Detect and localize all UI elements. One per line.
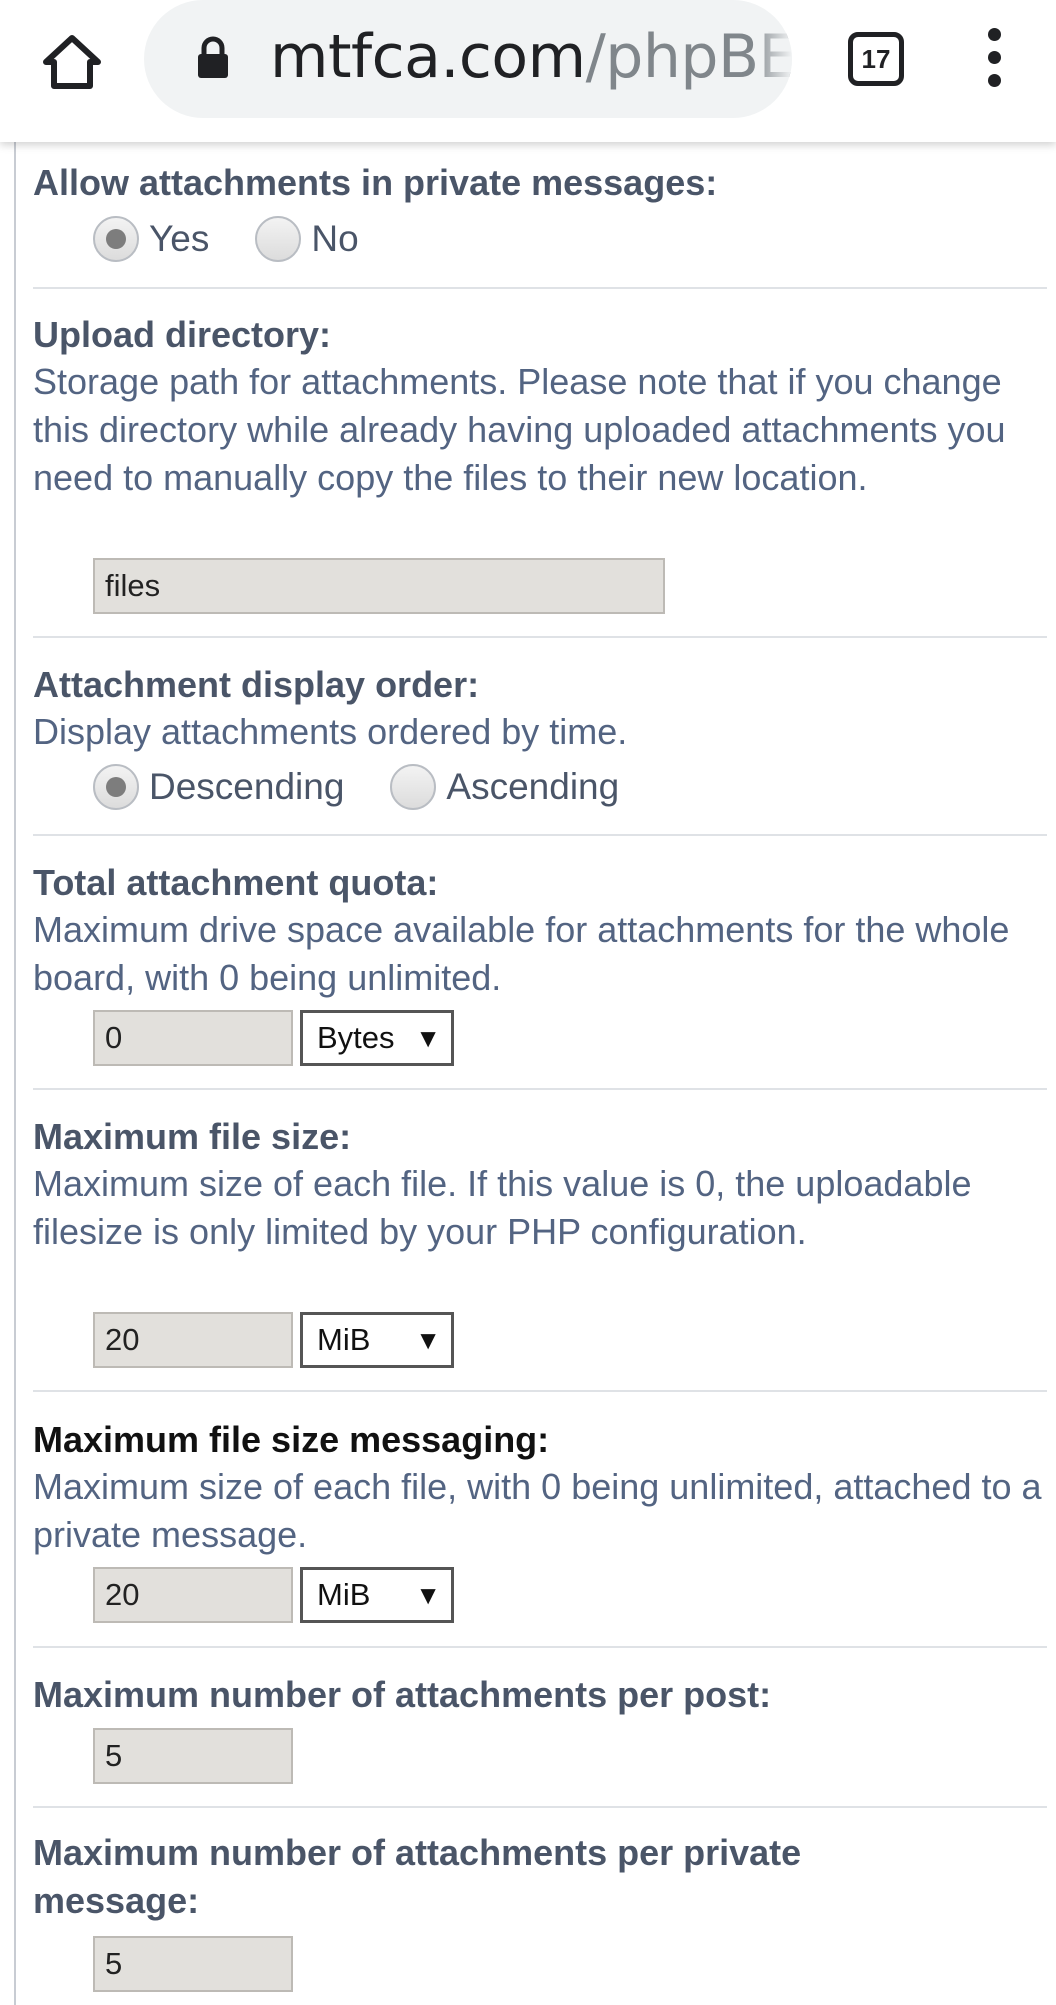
display-order-label: Attachment display order: bbox=[33, 664, 480, 705]
tab-count: 17 bbox=[861, 43, 891, 74]
home-icon[interactable] bbox=[36, 26, 108, 98]
max-file-size-label: Maximum file size: bbox=[33, 1116, 352, 1157]
url-fade bbox=[752, 0, 792, 118]
max-attachments-pm-label-line1: Maximum number of attachments per privat… bbox=[33, 1832, 802, 1873]
page-border bbox=[14, 142, 16, 2005]
url-text: mtfca.com/phpBE bbox=[270, 22, 792, 92]
display-order-descending-option[interactable]: Descending bbox=[93, 764, 344, 810]
max-file-size-description: Maximum size of each file. If this value… bbox=[33, 1163, 972, 1252]
divider bbox=[33, 287, 1047, 289]
lock-icon bbox=[198, 36, 228, 78]
pm-attachments-no-option[interactable]: No bbox=[255, 216, 359, 262]
max-file-size-unit-value: MiB bbox=[317, 1322, 371, 1357]
dropdown-arrow-icon: ▼ bbox=[415, 1580, 441, 1610]
display-order-descending-radio[interactable] bbox=[93, 764, 139, 810]
max-attachments-pm-input[interactable]: 5 bbox=[93, 1936, 293, 1992]
display-order-ascending-option[interactable]: Ascending bbox=[390, 764, 619, 810]
max-file-size-pm-description: Maximum size of each file, with 0 being … bbox=[33, 1466, 1042, 1555]
total-quota-label: Total attachment quota: bbox=[33, 862, 439, 903]
total-quota-unit-value: Bytes bbox=[317, 1020, 395, 1055]
pm-attachments-yes-option[interactable]: Yes bbox=[93, 216, 209, 262]
total-quota-description: Maximum drive space available for attach… bbox=[33, 909, 1010, 998]
divider bbox=[33, 1088, 1047, 1090]
display-order-ascending-label: Ascending bbox=[446, 766, 620, 807]
pm-attachments-no-label: No bbox=[311, 218, 359, 259]
max-file-size-pm-label: Maximum file size messaging: bbox=[33, 1419, 550, 1460]
pm-attachments-yes-radio[interactable] bbox=[93, 216, 139, 262]
pm-attachments-radio-group: Yes No bbox=[93, 216, 405, 262]
overflow-menu-icon[interactable] bbox=[975, 28, 1015, 88]
max-file-size-unit-select[interactable]: MiB ▼ bbox=[300, 1312, 454, 1368]
max-file-size-pm-unit-select[interactable]: MiB ▼ bbox=[300, 1567, 454, 1623]
upload-directory-label: Upload directory: bbox=[33, 314, 332, 355]
dropdown-arrow-icon: ▼ bbox=[415, 1023, 441, 1053]
max-file-size-pm-input[interactable]: 20 bbox=[93, 1567, 293, 1623]
total-quota-unit-select[interactable]: Bytes ▼ bbox=[300, 1010, 454, 1066]
address-bar[interactable]: mtfca.com/phpBE bbox=[144, 0, 792, 118]
max-file-size-input[interactable]: 20 bbox=[93, 1312, 293, 1368]
divider bbox=[33, 1390, 1047, 1392]
pm-attachments-label: Allow attachments in private messages: bbox=[33, 162, 718, 203]
divider bbox=[33, 636, 1047, 638]
max-attachments-pm-label-line2: message: bbox=[33, 1880, 200, 1921]
pm-attachments-yes-label: Yes bbox=[149, 218, 210, 259]
total-quota-input[interactable]: 0 bbox=[93, 1010, 293, 1066]
display-order-radio-group: Descending Ascending bbox=[93, 764, 665, 810]
display-order-descending-label: Descending bbox=[149, 766, 345, 807]
url-domain: mtfca.com bbox=[270, 22, 586, 92]
upload-directory-input[interactable]: files bbox=[93, 558, 665, 614]
max-attachments-post-label: Maximum number of attachments per post: bbox=[33, 1674, 772, 1715]
pm-attachments-no-radio[interactable] bbox=[255, 216, 302, 262]
divider bbox=[33, 1646, 1047, 1648]
upload-directory-description: Storage path for attachments. Please not… bbox=[33, 361, 1006, 498]
divider bbox=[33, 1806, 1047, 1808]
divider bbox=[33, 834, 1047, 836]
display-order-description: Display attachments ordered by time. bbox=[33, 711, 628, 752]
max-attachments-post-input[interactable]: 5 bbox=[93, 1728, 293, 1784]
dropdown-arrow-icon: ▼ bbox=[415, 1325, 441, 1355]
browser-toolbar: mtfca.com/phpBE 17 bbox=[0, 0, 1056, 142]
max-file-size-pm-unit-value: MiB bbox=[317, 1577, 371, 1612]
tab-switcher-button[interactable]: 17 bbox=[848, 32, 904, 86]
display-order-ascending-radio[interactable] bbox=[390, 764, 437, 810]
